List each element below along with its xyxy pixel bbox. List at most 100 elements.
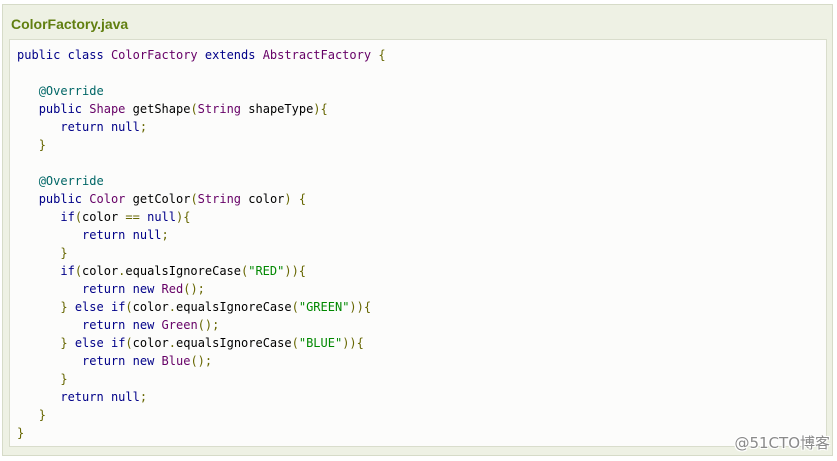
code-line: return null;	[17, 388, 826, 406]
code-token: (	[291, 336, 299, 350]
code-token: @Override	[38, 84, 104, 98]
code-token: ;	[161, 228, 169, 242]
code-line: @Override	[17, 82, 826, 100]
code-line: }	[17, 370, 826, 388]
code-line: public Shape getShape(String shapeType){	[17, 100, 826, 118]
code-line: }	[17, 136, 826, 154]
code-line: }	[17, 424, 826, 442]
code-line: return null;	[17, 118, 826, 136]
code-token: String	[197, 192, 242, 206]
code-token: }	[38, 408, 46, 422]
code-token: else	[74, 336, 104, 350]
code-token: null	[132, 228, 162, 242]
code-token: ();	[190, 354, 213, 368]
code-token: String	[197, 102, 242, 116]
code-token: if	[110, 336, 126, 350]
code-line: public class ColorFactory extends Abstra…	[17, 46, 826, 64]
code-line: return new Blue();	[17, 352, 826, 370]
code-token: Shape	[89, 102, 126, 116]
code-token: ();	[197, 318, 220, 332]
code-line: } else if(color.equalsIgnoreCase("GREEN"…	[17, 298, 826, 316]
code-token: "RED"	[248, 264, 285, 278]
code-token: ();	[183, 282, 205, 296]
code-token: AbstractFactory	[262, 48, 372, 62]
code-token: color	[82, 210, 119, 224]
code-token: ==	[125, 210, 140, 224]
code-token: null	[110, 390, 140, 404]
code-token: public	[38, 192, 83, 206]
example-box: ColorFactory.java public class ColorFact…	[2, 4, 833, 456]
code-token: return	[82, 318, 126, 332]
code-token: Color	[89, 192, 126, 206]
code-token: (	[125, 336, 133, 350]
code-line: return null;	[17, 226, 826, 244]
code-token: return	[82, 282, 126, 296]
file-title: ColorFactory.java	[11, 16, 129, 32]
code-token: equalsIgnoreCase	[125, 264, 241, 278]
code-token: ;	[139, 390, 148, 404]
code-line: }	[17, 244, 826, 262]
code-token: return	[60, 390, 104, 404]
code-line: @Override	[17, 172, 826, 190]
code-token: @Override	[38, 174, 104, 188]
code-line: }	[17, 406, 826, 424]
code-token: public	[17, 48, 61, 62]
code-token: color	[248, 192, 285, 206]
code-line: } else if(color.equalsIgnoreCase("BLUE")…	[17, 334, 826, 352]
code-token: }	[38, 138, 46, 152]
code-token: getShape	[132, 102, 191, 116]
code-token: }	[60, 372, 68, 386]
code-token: }	[60, 246, 68, 260]
code-token: (	[125, 300, 133, 314]
code-token: )){	[284, 264, 307, 278]
code-token: ;	[139, 120, 148, 134]
code-token: Blue	[161, 354, 191, 368]
code-token: }	[60, 336, 68, 350]
code-block: public class ColorFactory extends Abstra…	[9, 39, 827, 447]
code-token: Red	[161, 282, 184, 296]
code-token: (	[190, 102, 198, 116]
code-token: Green	[161, 318, 198, 332]
code-line: public Color getColor(String color) {	[17, 190, 826, 208]
code-line: return new Red();	[17, 280, 826, 298]
code-line: if(color == null){	[17, 208, 826, 226]
code-token: class	[67, 48, 104, 62]
code-token: }	[60, 300, 68, 314]
code-token: getColor	[132, 192, 191, 206]
code-token: (	[74, 210, 83, 224]
code-token: extends	[204, 48, 256, 62]
code-token: ColorFactory	[110, 48, 198, 62]
